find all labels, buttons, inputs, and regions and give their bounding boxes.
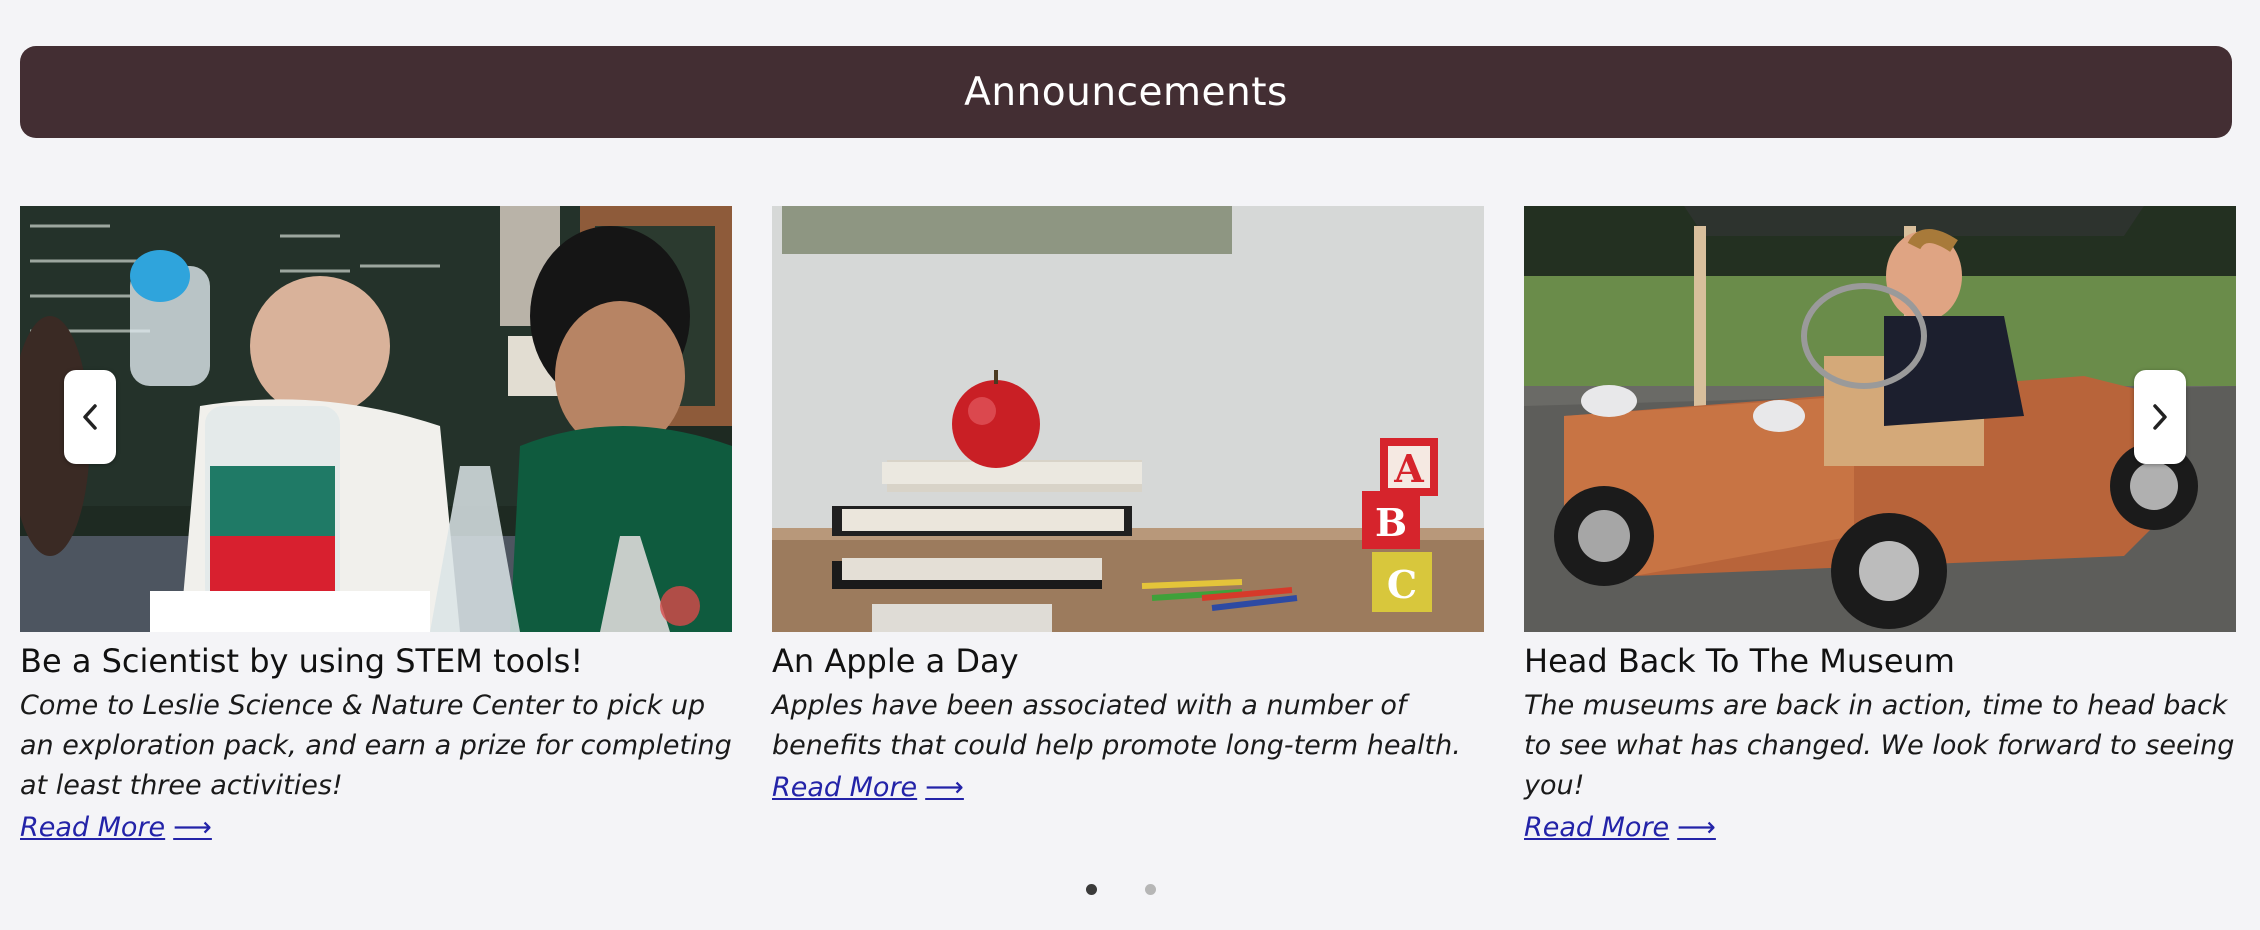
announcement-card: A B C An Apple a Day Apples have been as… bbox=[772, 206, 1484, 808]
arrow-right-icon: ⟶ bbox=[173, 812, 212, 843]
card-title: Head Back To The Museum bbox=[1524, 642, 1955, 680]
scientists-lab-photo[interactable] bbox=[20, 206, 732, 632]
svg-text:C: C bbox=[1387, 562, 1417, 607]
chevron-left-icon bbox=[83, 404, 97, 430]
read-more-label: Read More bbox=[20, 812, 166, 843]
card-description: The museums are back in action, time to … bbox=[1524, 690, 2235, 801]
carousel-prev-button[interactable] bbox=[64, 370, 116, 464]
carousel-dot-1[interactable] bbox=[1086, 884, 1097, 895]
carousel-dot-2[interactable] bbox=[1145, 884, 1156, 895]
announcement-card: Be a Scientist by using STEM tools! Come… bbox=[20, 206, 732, 848]
arrow-right-icon: ⟶ bbox=[925, 772, 964, 803]
carousel-next-button[interactable] bbox=[2134, 370, 2186, 464]
card-title: Be a Scientist by using STEM tools! bbox=[20, 642, 584, 680]
chevron-right-icon bbox=[2153, 404, 2167, 430]
section-title: Announcements bbox=[964, 69, 1288, 115]
read-more-link[interactable]: Read More ⟶ bbox=[1524, 808, 1716, 848]
read-more-link[interactable]: Read More ⟶ bbox=[20, 808, 212, 848]
apple-books-photo[interactable]: A B C bbox=[772, 206, 1484, 632]
card-description: Apples have been associated with a numbe… bbox=[772, 690, 1461, 761]
read-more-label: Read More bbox=[772, 772, 918, 803]
boy-wooden-car-photo[interactable] bbox=[1524, 206, 2236, 632]
card-title: An Apple a Day bbox=[772, 642, 1019, 680]
svg-text:A: A bbox=[1393, 446, 1424, 491]
arrow-right-icon: ⟶ bbox=[1677, 812, 1716, 843]
announcements-banner: Announcements bbox=[20, 46, 2232, 138]
card-description: Come to Leslie Science & Nature Center t… bbox=[20, 690, 732, 801]
carousel-pagination bbox=[1086, 884, 1156, 895]
read-more-link[interactable]: Read More ⟶ bbox=[772, 768, 964, 808]
announcement-card: Head Back To The Museum The museums are … bbox=[1524, 206, 2236, 848]
announcements-section: Announcements Be a Scientist by using ST… bbox=[0, 0, 2260, 930]
read-more-label: Read More bbox=[1524, 812, 1670, 843]
svg-text:B: B bbox=[1375, 500, 1407, 545]
